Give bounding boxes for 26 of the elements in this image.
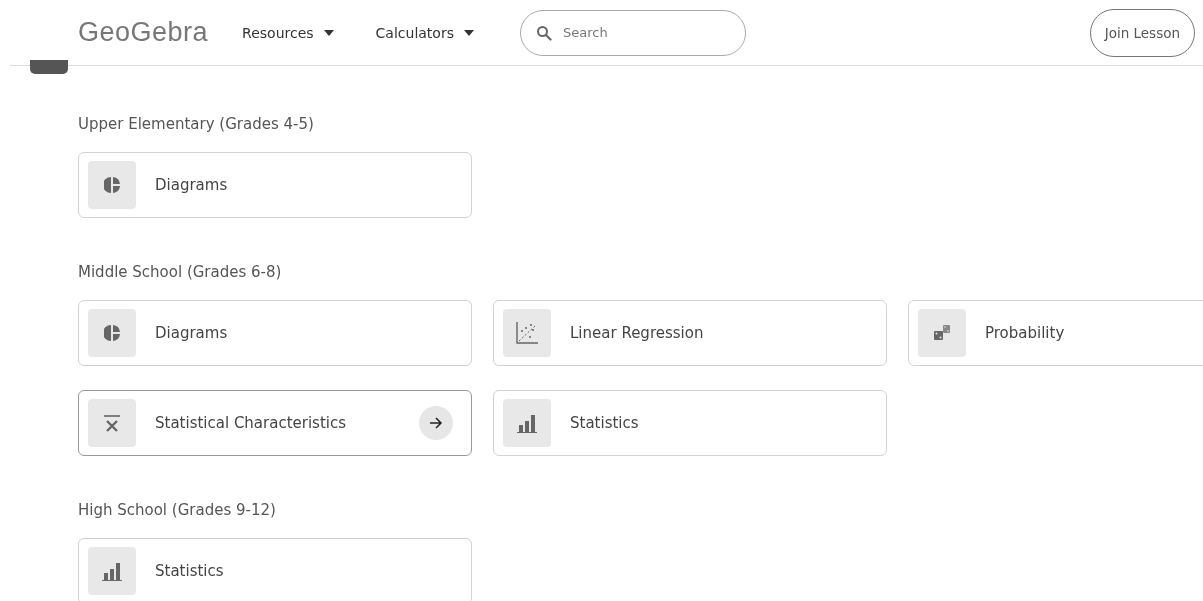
- x-bar-icon: [103, 414, 121, 432]
- section-heading: Middle School (Grades 6-8): [78, 262, 283, 283]
- bar-chart-icon: [102, 561, 122, 581]
- nav-menu[interactable]: Resources: [236, 24, 340, 41]
- pie-chart-icon: [104, 324, 120, 342]
- dice-icon: [933, 324, 951, 342]
- icon-fragment: [30, 60, 68, 74]
- caret-icon: [463, 29, 474, 36]
- topic-card[interactable]: Statistics: [493, 390, 887, 456]
- logo[interactable]: GeoGebra: [78, 17, 209, 48]
- search-icon: [535, 24, 552, 41]
- search-field[interactable]: Search: [519, 9, 746, 56]
- bar-chart-icon: [517, 413, 537, 433]
- topic-card[interactable]: Probability: [908, 300, 1203, 366]
- topic-card[interactable]: Statistics: [78, 538, 472, 601]
- scatter-plot-icon: [516, 322, 538, 344]
- caret-icon: [323, 29, 334, 36]
- join-lesson-button[interactable]: Join Lesson: [1089, 8, 1195, 57]
- topic-card[interactable]: Diagrams: [78, 152, 472, 218]
- topic-card[interactable]: Statistical Characteristics: [78, 390, 472, 456]
- topic-card[interactable]: Diagrams: [78, 300, 472, 366]
- section-heading: Upper Elementary (Grades 4-5): [78, 114, 315, 135]
- section-heading: High School (Grades 9-12): [78, 500, 277, 521]
- topic-card[interactable]: Linear Regression: [493, 300, 887, 366]
- pie-chart-icon: [104, 176, 120, 194]
- nav-menu[interactable]: Calculators: [369, 24, 480, 41]
